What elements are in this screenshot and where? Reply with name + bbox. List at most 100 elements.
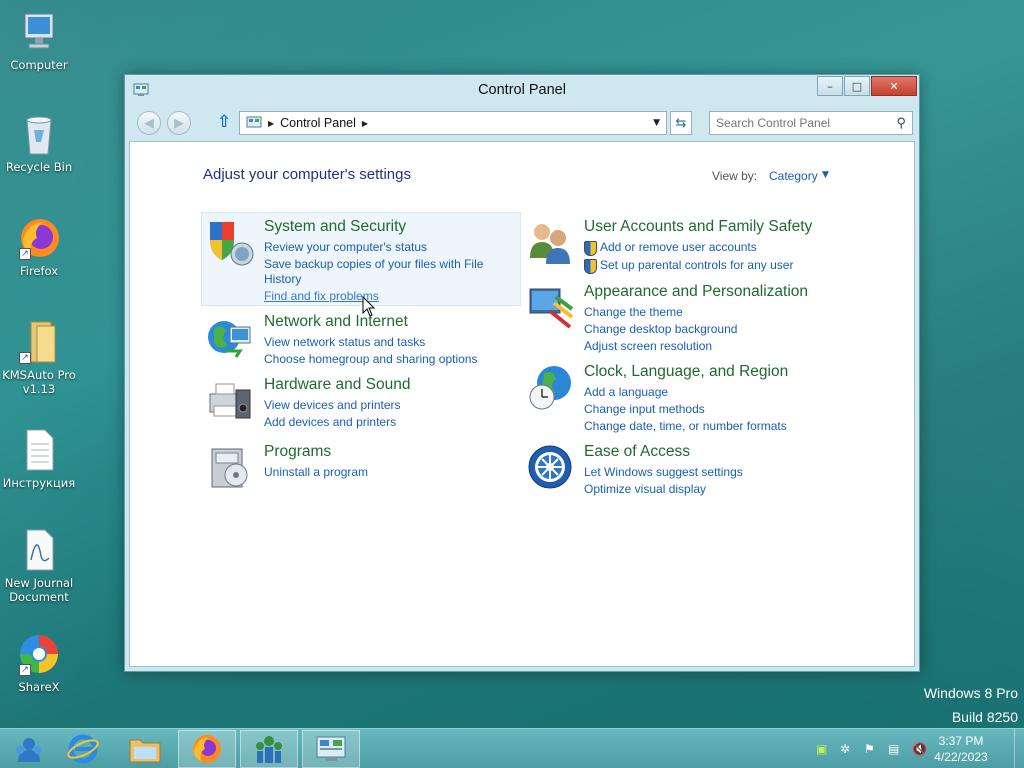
page-title: Adjust your computer's settings bbox=[203, 166, 411, 183]
tray-network-icon[interactable]: ✲ bbox=[840, 742, 858, 756]
search-box[interactable]: ⚲ bbox=[709, 111, 913, 135]
clock-time: 3:37 PM bbox=[938, 734, 984, 748]
category-title[interactable]: User Accounts and Family Safety bbox=[584, 218, 812, 236]
desktop-icon-instruktsiya[interactable]: Инструкция bbox=[2, 428, 76, 490]
category-title[interactable]: Hardware and Sound bbox=[264, 376, 411, 394]
taskbar: ▣ ✲ ⚑ ▤ 🔇 3:37 PM 4/22/2023 bbox=[0, 728, 1024, 768]
os-watermark-build: Build 8250 bbox=[951, 709, 1018, 725]
control-panel-icon bbox=[246, 116, 262, 130]
category-title[interactable]: Clock, Language, and Region bbox=[584, 363, 788, 381]
desktop-icon-computer[interactable]: Computer bbox=[2, 10, 76, 72]
desktop-icon-label: Инструкция bbox=[2, 476, 76, 490]
back-button[interactable]: ◀ bbox=[137, 111, 161, 135]
desktop-icon-kmsauto[interactable]: ↗ KMSAuto Pro v1.13 bbox=[2, 320, 76, 396]
network-globe-icon[interactable] bbox=[206, 313, 256, 363]
link-add-remove-accounts[interactable]: Add or remove user accounts bbox=[584, 240, 757, 256]
refresh-button[interactable]: ⇆ bbox=[670, 111, 692, 135]
address-bar[interactable]: ▶ Control Panel ▶ ▼ bbox=[239, 111, 667, 135]
control-panel-content: Adjust your computer's settings View by:… bbox=[129, 141, 915, 667]
shortcut-arrow-icon: ↗ bbox=[19, 248, 31, 260]
forward-button[interactable]: ▶ bbox=[167, 111, 191, 135]
link-input-methods[interactable]: Change input methods bbox=[584, 402, 705, 417]
category-title[interactable]: Ease of Access bbox=[584, 443, 690, 461]
users-icon[interactable] bbox=[526, 218, 576, 268]
category-title[interactable]: Appearance and Personalization bbox=[584, 283, 808, 301]
desktop-icon-new-journal-document[interactable]: New Journal Document bbox=[2, 528, 76, 604]
category-title[interactable]: Network and Internet bbox=[264, 313, 408, 331]
link-desktop-background[interactable]: Change desktop background bbox=[584, 322, 737, 337]
people-network-icon bbox=[256, 736, 282, 763]
folder-icon: ↗ bbox=[17, 320, 61, 364]
desktop-icon-label: Recycle Bin bbox=[5, 160, 73, 174]
ease-of-access-icon[interactable] bbox=[526, 443, 576, 493]
search-input[interactable] bbox=[716, 112, 886, 134]
desktop-icon-label: Computer bbox=[10, 58, 68, 72]
recycle-bin-icon bbox=[17, 112, 61, 156]
desktop-icon-firefox[interactable]: ↗ Firefox bbox=[2, 216, 76, 278]
close-button[interactable]: ✕ bbox=[871, 76, 917, 96]
window-titlebar[interactable]: Control Panel – □ ✕ bbox=[125, 75, 919, 105]
link-review-status[interactable]: Review your computer's status bbox=[264, 240, 427, 255]
maximize-button[interactable]: □ bbox=[844, 76, 870, 96]
up-button[interactable]: ⇧ bbox=[217, 112, 235, 134]
link-view-devices[interactable]: View devices and printers bbox=[264, 398, 401, 413]
taskbar-network-app[interactable] bbox=[240, 730, 298, 768]
show-desktop-button[interactable] bbox=[1014, 729, 1024, 768]
breadcrumb-control-panel[interactable]: Control Panel bbox=[280, 116, 356, 130]
shield-icon[interactable] bbox=[206, 218, 256, 268]
os-watermark-edition: Windows 8 Pro bbox=[923, 685, 1018, 701]
link-save-backup-cont[interactable]: History bbox=[264, 272, 301, 287]
link-add-devices[interactable]: Add devices and printers bbox=[264, 415, 396, 430]
desktop-icon-label: KMSAuto Pro v1.13 bbox=[2, 368, 76, 396]
refresh-icon: ⇆ bbox=[675, 115, 687, 131]
link-suggest-settings[interactable]: Let Windows suggest settings bbox=[584, 465, 743, 480]
link-save-backup[interactable]: Save backup copies of your files with Fi… bbox=[264, 257, 483, 272]
mouse-cursor-icon bbox=[362, 295, 376, 322]
taskbar-control-panel[interactable] bbox=[302, 730, 360, 768]
shortcut-arrow-icon: ↗ bbox=[19, 352, 31, 364]
appearance-icon[interactable] bbox=[526, 283, 576, 333]
sharex-icon: ↗ bbox=[17, 632, 61, 676]
taskbar-firefox[interactable] bbox=[178, 730, 236, 768]
address-dropdown-icon[interactable]: ▼ bbox=[653, 118, 660, 128]
back-arrow-icon: ◀ bbox=[144, 115, 154, 131]
tray-app-icon[interactable]: ▣ bbox=[816, 742, 834, 756]
breadcrumb-separator-icon[interactable]: ▶ bbox=[268, 119, 274, 128]
programs-icon[interactable] bbox=[206, 443, 256, 493]
desktop-icon-sharex[interactable]: ↗ ShareX bbox=[2, 632, 76, 694]
view-by-dropdown[interactable]: Category bbox=[769, 169, 818, 183]
taskbar-clock[interactable]: 3:37 PM 4/22/2023 bbox=[926, 733, 996, 765]
minimize-button[interactable]: – bbox=[817, 76, 843, 96]
system-tray: ▣ ✲ ⚑ ▤ 🔇 bbox=[816, 729, 930, 768]
clock-date: 4/22/2023 bbox=[934, 750, 988, 764]
desktop-icon-recycle-bin[interactable]: Recycle Bin bbox=[2, 112, 76, 174]
users-network-icon bbox=[16, 738, 42, 762]
link-parental-controls[interactable]: Set up parental controls for any user bbox=[584, 258, 793, 274]
printer-icon[interactable] bbox=[206, 376, 256, 426]
up-arrow-icon: ⇧ bbox=[217, 112, 232, 132]
window-title: Control Panel bbox=[478, 82, 566, 98]
network-status-icon[interactable]: ▤ bbox=[888, 742, 906, 756]
shortcut-arrow-icon: ↗ bbox=[19, 664, 31, 676]
clock-globe-icon[interactable] bbox=[526, 363, 576, 413]
link-homegroup-sharing[interactable]: Choose homegroup and sharing options bbox=[264, 352, 477, 367]
desktop-icon-label: New Journal Document bbox=[4, 576, 74, 604]
chevron-down-icon[interactable]: ▼ bbox=[822, 170, 829, 180]
computer-icon bbox=[17, 10, 61, 54]
category-title[interactable]: Programs bbox=[264, 443, 331, 461]
breadcrumb-separator-icon[interactable]: ▶ bbox=[362, 119, 368, 128]
search-icon[interactable]: ⚲ bbox=[896, 115, 906, 131]
link-uninstall-program[interactable]: Uninstall a program bbox=[264, 465, 368, 480]
link-add-language[interactable]: Add a language bbox=[584, 385, 668, 400]
link-screen-resolution[interactable]: Adjust screen resolution bbox=[584, 339, 712, 354]
link-date-time-formats[interactable]: Change date, time, or number formats bbox=[584, 419, 787, 434]
link-optimize-display[interactable]: Optimize visual display bbox=[584, 482, 706, 497]
taskbar-start-button[interactable] bbox=[0, 730, 58, 768]
taskbar-internet-explorer[interactable] bbox=[54, 730, 112, 768]
category-title[interactable]: System and Security bbox=[264, 218, 406, 236]
link-change-theme[interactable]: Change the theme bbox=[584, 305, 683, 320]
taskbar-file-explorer[interactable] bbox=[116, 730, 174, 768]
control-panel-icon bbox=[316, 736, 346, 761]
link-network-status[interactable]: View network status and tasks bbox=[264, 335, 425, 350]
action-center-flag-icon[interactable]: ⚑ bbox=[864, 742, 882, 756]
